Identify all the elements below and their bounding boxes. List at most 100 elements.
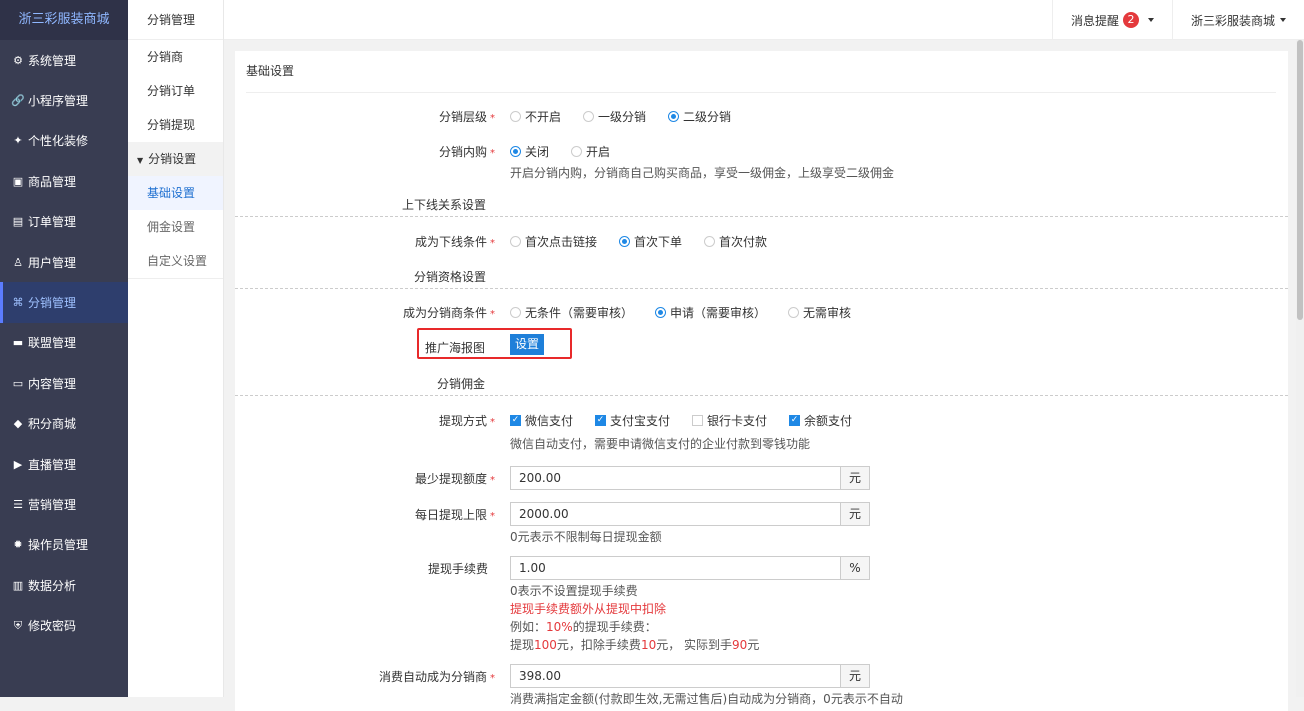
submenu-item-commission[interactable]: 佣金设置 [128, 210, 223, 244]
poster-set-button[interactable]: 设置 [510, 334, 544, 355]
withdraw-label: 提现方式 * [438, 414, 495, 428]
sidebar-item-14[interactable]: ⛨ 修改密码 [0, 605, 128, 645]
sidebar: 浙三彩服装商城 ⚙ 系统管理 🔗 小程序管理 ✦ 个性化装修 ▣ 商品管理 ▤ 订单管理 ♙ 用户管理… [0, 0, 128, 697]
sidebar-item-9[interactable]: ◆ 积分商城 [0, 404, 128, 444]
sidebar-item-0[interactable]: ⚙ 系统管理 [0, 40, 128, 80]
sidebar-item-2[interactable]: ✦ 个性化装修 [0, 121, 128, 161]
divider [235, 216, 1288, 217]
sidebar-item-10[interactable]: ▶ 直播管理 [0, 444, 128, 484]
daily-limit-input[interactable]: 2000.00 [510, 502, 841, 526]
sidebar-item-1[interactable]: 🔗 小程序管理 [0, 80, 128, 120]
inner-option-off[interactable]: 关闭 [510, 143, 549, 160]
submenu-item-basic[interactable]: 基础设置 [128, 176, 223, 210]
submenu-item-orders[interactable]: 分销订单 [128, 74, 223, 108]
sidebar-item-3[interactable]: ▣ 商品管理 [0, 161, 128, 201]
downline-option-pay[interactable]: 首次付款 [704, 233, 767, 250]
daily-limit-label: 每日提现上限 * [414, 508, 495, 522]
marketing-icon: ☰ [13, 497, 23, 511]
fee-hint: 0表示不设置提现手续费 [510, 584, 638, 598]
check-icon: ✓ [789, 415, 801, 426]
min-amount-input[interactable]: 200.00 [510, 466, 841, 490]
caret-down-icon: ▼ [137, 156, 144, 165]
level-option-one[interactable]: 一级分销 [583, 108, 646, 125]
radio-checked-icon [619, 236, 631, 247]
submenu: 分销管理 分销商 分销订单 分销提现 ▼ 分销设置 基础设置 佣金设置 自定义设置 [128, 0, 224, 697]
divider [235, 395, 1288, 396]
sidebar-item-11[interactable]: ☰ 营销管理 [0, 484, 128, 524]
sidebar-item-label: 积分商城 [28, 417, 77, 432]
sidebar-item-label: 订单管理 [28, 215, 77, 230]
qual-option-apply[interactable]: 申请（需要审核） [655, 304, 766, 321]
downline-option-click[interactable]: 首次点击链接 [510, 233, 597, 250]
submenu-group-settings[interactable]: ▼ 分销设置 [128, 142, 223, 176]
min-amount-unit: 元 [840, 466, 870, 490]
caret-down-icon [1280, 18, 1286, 22]
submenu-item-custom[interactable]: 自定义设置 [128, 244, 223, 278]
min-amount-label: 最少提现额度 * [414, 472, 495, 486]
account-menu[interactable]: 浙三彩服装商城 [1171, 0, 1304, 40]
inner-option-on[interactable]: 开启 [571, 143, 610, 160]
play-icon: ▶ [13, 457, 23, 471]
radio-icon [788, 307, 800, 318]
submenu-group-label: 分销设置 [148, 152, 197, 166]
section-qualification: 分销资格设置 [414, 270, 487, 284]
radio-checked-icon [668, 111, 680, 122]
content-icon: ▭ [12, 376, 24, 390]
radio-icon [571, 146, 583, 157]
gear-icon: ⚙ [13, 53, 23, 67]
sidebar-item-label: 操作员管理 [28, 538, 89, 553]
chart-icon: ▥ [12, 578, 24, 592]
cog-icon: ✹ [13, 538, 23, 552]
inner-label: 分销内购 * [438, 145, 495, 159]
brand-title[interactable]: 浙三彩服装商城 [0, 0, 128, 40]
sidebar-item-13[interactable]: ▥ 数据分析 [0, 565, 128, 605]
qual-option-unconditional[interactable]: 无条件（需要审核） [510, 304, 633, 321]
cube-icon: ◆ [13, 417, 23, 431]
level-option-none[interactable]: 不开启 [510, 108, 561, 125]
scrollbar[interactable] [1296, 40, 1304, 697]
sidebar-item-5[interactable]: ♙ 用户管理 [0, 242, 128, 282]
brush-icon: ✦ [13, 134, 23, 148]
auto-unit: 元 [840, 664, 870, 688]
fee-warning: 提现手续费额外从提现中扣除 [510, 602, 667, 616]
sidebar-item-12[interactable]: ✹ 操作员管理 [0, 525, 128, 565]
withdraw-option-balance[interactable]: ✓ 余额支付 [789, 412, 852, 429]
level-label: 分销层级 * [438, 110, 495, 124]
panel-title: 基础设置 [246, 51, 1276, 93]
inner-radio-group: 关闭 开启 [510, 143, 632, 160]
inner-hint: 开启分销内购，分销商自己购买商品，享受一级佣金，上级享受二级佣金 [510, 166, 895, 180]
scrollbar-thumb[interactable] [1297, 40, 1303, 320]
withdraw-hint: 微信自动支付，需要申请微信支付的企业付款到零钱功能 [510, 437, 811, 451]
withdraw-option-wechat[interactable]: ✓ 微信支付 [510, 412, 573, 429]
sidebar-item-8[interactable]: ▭ 内容管理 [0, 363, 128, 403]
fee-input[interactable]: 1.00 [510, 556, 841, 580]
submenu-item-withdraw[interactable]: 分销提现 [128, 108, 223, 142]
auto-input[interactable]: 398.00 [510, 664, 841, 688]
sidebar-item-label: 用户管理 [28, 255, 77, 270]
daily-limit-unit: 元 [840, 502, 870, 526]
section-commission: 分销佣金 [437, 377, 486, 391]
sidebar-item-7[interactable]: ▬ 联盟管理 [0, 323, 128, 363]
radio-checked-icon [655, 307, 667, 318]
messages-button[interactable]: 消息提醒 2 [1051, 0, 1172, 40]
bag-icon: ▣ [12, 174, 24, 188]
sidebar-item-label: 系统管理 [28, 53, 77, 68]
user-icon: ♙ [13, 255, 23, 269]
withdraw-option-alipay[interactable]: ✓ 支付宝支付 [595, 412, 670, 429]
withdraw-option-bank[interactable]: 银行卡支付 [692, 412, 767, 429]
downline-radio-group: 首次点击链接 首次下单 首次付款 [510, 233, 789, 250]
submenu-item-distributors[interactable]: 分销商 [128, 40, 223, 74]
share-icon: ⌘ [12, 296, 24, 310]
divider [235, 288, 1288, 289]
clipboard-icon: ▤ [12, 215, 24, 229]
shield-icon: ⛨ [13, 618, 23, 632]
sidebar-item-4[interactable]: ▤ 订单管理 [0, 202, 128, 242]
downline-option-order[interactable]: 首次下单 [619, 233, 682, 250]
sidebar-item-6[interactable]: ⌘ 分销管理 [0, 282, 128, 323]
caret-down-icon [1147, 18, 1154, 22]
level-option-two[interactable]: 二级分销 [668, 108, 731, 125]
check-icon: ✓ [510, 415, 521, 426]
auto-hint: 消费满指定金额(付款即生效,无需过售后)自动成为分销商，0元表示不自动 [510, 692, 903, 706]
account-name: 浙三彩服装商城 [1190, 13, 1275, 28]
qual-option-noreview[interactable]: 无需审核 [788, 304, 851, 321]
